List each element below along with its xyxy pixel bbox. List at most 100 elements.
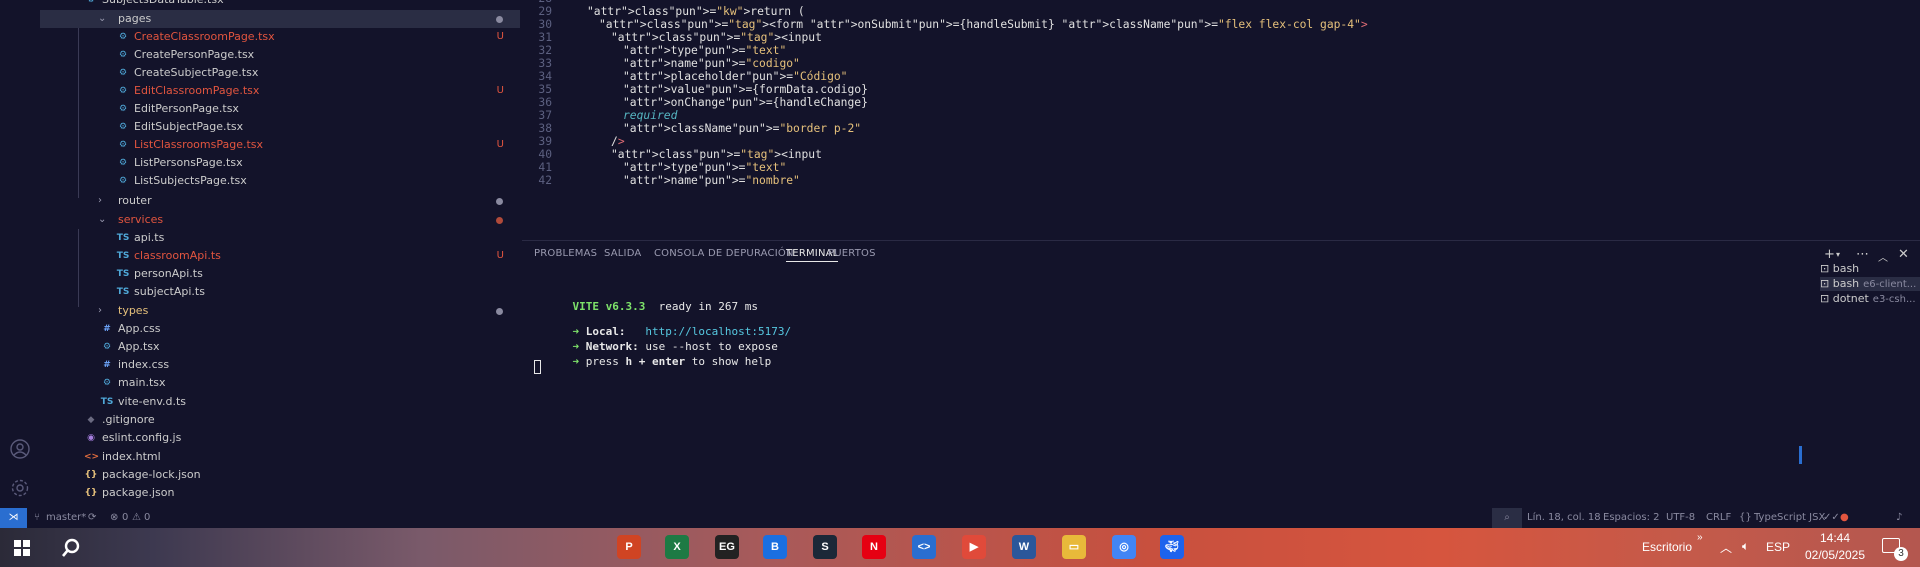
code-line[interactable]: "attr">type"pun">="text" (623, 161, 786, 174)
battle-net-icon[interactable]: B (763, 535, 787, 559)
volume-icon[interactable]: 🔈︎ (1742, 539, 1749, 554)
explorer-icon[interactable]: ▭ (1062, 535, 1086, 559)
new-terminal-icon[interactable]: + (1824, 247, 1835, 262)
code-line[interactable]: /> (611, 135, 625, 148)
copilot-icon[interactable]: ✓✓ (1823, 508, 1840, 528)
code-line[interactable]: "attr">placeholder"pun">="Código" (623, 70, 847, 83)
indentation[interactable]: Espacios: 2 (1603, 508, 1660, 528)
file-item[interactable]: ⚙ CreateSubjectPage.tsx (40, 64, 520, 82)
file-item[interactable]: ◆ .gitignore (40, 411, 520, 429)
folder-pages[interactable]: ⌄ pages (40, 10, 520, 28)
file-item[interactable]: ⚙ ListClassroomsPage.tsx U (40, 136, 520, 154)
folder-router[interactable]: › router (40, 192, 520, 210)
desktop-chevron-icon[interactable]: » (1697, 532, 1703, 543)
bell-icon[interactable]: ♪ (1896, 508, 1902, 528)
chrome-icon[interactable]: ◎ (1112, 535, 1136, 559)
code-line[interactable]: "attr">type"pun">="text" (623, 44, 786, 57)
code-line[interactable]: "attr">name"pun">="nombre" (623, 174, 800, 187)
file-item[interactable]: {} package-lock.json (40, 466, 520, 484)
file-item[interactable]: ⚙ SubjectsDataTable.tsx (40, 0, 520, 9)
file-item[interactable]: {} package.json (40, 484, 520, 502)
file-item[interactable]: ⚙ ListSubjectsPage.tsx (40, 172, 520, 190)
remote-icon[interactable]: ⋊ (0, 508, 27, 528)
folder-types[interactable]: › types (40, 302, 520, 320)
line-number: 41 (538, 161, 552, 174)
file-item[interactable]: ◉ eslint.config.js (40, 429, 520, 447)
file-item[interactable]: ⚙ ListPersonsPage.tsx (40, 154, 520, 172)
word-icon[interactable]: W (1012, 535, 1036, 559)
desktop-label[interactable]: Escritorio (1642, 540, 1692, 554)
close-panel-icon[interactable]: ✕ (1898, 247, 1909, 262)
tray-chevron-icon[interactable]: ︿ (1720, 539, 1732, 556)
folder-services[interactable]: ⌄ services (40, 211, 520, 229)
powerpoint-icon[interactable]: P (617, 535, 641, 559)
file-item[interactable]: ⚙ EditSubjectPage.tsx (40, 118, 520, 136)
code-line[interactable]: "attr">value"pun">={formData.codigo} (623, 83, 868, 96)
file-name: package-lock.json (102, 468, 201, 481)
docker-icon[interactable]: 🐳︎ (1160, 535, 1184, 559)
panel-tab-consola-de-depuración[interactable]: CONSOLA DE DEPURACIÓN (654, 248, 794, 259)
terminal-instance[interactable]: ⊡ bash (1820, 262, 1920, 276)
git-file-icon: ◆ (87, 415, 95, 425)
panel-tab-puertos[interactable]: PUERTOS (828, 248, 876, 259)
panel-tab-salida[interactable]: SALIDA (604, 248, 641, 259)
code-line[interactable]: "attr">name"pun">="codigo" (623, 57, 800, 70)
code-line[interactable]: "attr">className"pun">="border p-2" (623, 122, 861, 135)
file-item[interactable]: TS classroomApi.ts U (40, 247, 520, 265)
terminal-instance[interactable]: ⊡ bash e6-client... (1820, 277, 1920, 291)
file-item[interactable]: TS vite-env.d.ts (40, 393, 520, 411)
settings-gear-icon[interactable] (9, 477, 31, 499)
file-item[interactable]: ⚙ main.tsx (40, 374, 520, 392)
encoding[interactable]: UTF-8 (1666, 508, 1695, 528)
steam-icon[interactable]: S (813, 535, 837, 559)
code-line[interactable]: "attr">class"pun">="tag"><input (611, 31, 822, 44)
warning-icon[interactable]: ⚠ (132, 508, 141, 528)
terminal-instance[interactable]: ⊡ dotnet e3-csh... (1820, 292, 1920, 306)
file-item[interactable]: TS api.ts (40, 229, 520, 247)
nintendo-icon[interactable]: N (862, 535, 886, 559)
code-line[interactable]: "attr">class"pun">="tag"><input (611, 148, 822, 161)
file-item[interactable]: ⚙ CreateClassroomPage.tsx U (40, 28, 520, 46)
branch-name[interactable]: master* (46, 508, 86, 528)
file-item[interactable]: <> index.html (40, 448, 520, 466)
code-line[interactable]: required (623, 109, 677, 122)
extension-icon[interactable]: ● (1840, 508, 1849, 528)
file-item[interactable]: # index.css (40, 356, 520, 374)
file-name: main.tsx (118, 376, 166, 389)
clock-time[interactable]: 14:44 (1790, 531, 1880, 545)
windows-start-icon[interactable] (14, 540, 30, 556)
code-line[interactable]: "attr">class"pun">="kw">return ( (587, 5, 805, 18)
file-item[interactable]: TS personApi.ts (40, 265, 520, 283)
more-actions-icon[interactable]: ⋯ (1856, 247, 1869, 262)
code-line[interactable]: "attr">class"pun">="tag"><form "attr">on… (599, 18, 1368, 31)
terminal-cursor[interactable] (534, 360, 541, 374)
line-ending[interactable]: CRLF (1706, 508, 1731, 528)
vs-code-icon[interactable]: <> (912, 535, 936, 559)
file-item[interactable]: TS subjectApi.ts (40, 283, 520, 301)
file-item[interactable]: ⚙ App.tsx (40, 338, 520, 356)
chevron-down-icon[interactable]: ▾ (1836, 250, 1840, 259)
panel-tab-problemas[interactable]: PROBLEMAS (534, 248, 597, 259)
account-icon[interactable] (9, 438, 31, 460)
clock-date[interactable]: 02/05/2025 (1790, 548, 1880, 562)
input-language[interactable]: ESP (1766, 540, 1790, 554)
scrollbar-thumb[interactable] (1799, 446, 1802, 464)
file-item[interactable]: ⚙ EditClassroomPage.tsx U (40, 82, 520, 100)
language-mode[interactable]: TypeScript JSX (1754, 508, 1825, 528)
file-item[interactable]: # App.css (40, 320, 520, 338)
zoom-icon[interactable]: ⌕ (1492, 508, 1522, 528)
file-item[interactable]: ⚙ EditPersonPage.tsx (40, 100, 520, 118)
cursor-position[interactable]: Lín. 18, col. 18 (1527, 508, 1601, 528)
error-icon[interactable]: ⊗ (110, 508, 118, 528)
code-line[interactable]: "attr">onChange"pun">={handleChange} (623, 96, 868, 109)
game-icon[interactable]: ▶ (962, 535, 986, 559)
epic-games-icon[interactable]: EG (715, 535, 739, 559)
code-editor[interactable]: 2829"attr">class"pun">="kw">return (30"a… (522, 0, 1920, 240)
excel-icon[interactable]: X (665, 535, 689, 559)
file-name: pages (118, 12, 152, 25)
file-name: EditPersonPage.tsx (134, 102, 239, 115)
file-item[interactable]: ⚙ CreatePersonPage.tsx (40, 46, 520, 64)
terminal-desc: e3-csh... (1872, 294, 1916, 305)
search-icon[interactable] (60, 537, 82, 559)
sync-icon[interactable]: ⟳ (88, 508, 96, 528)
